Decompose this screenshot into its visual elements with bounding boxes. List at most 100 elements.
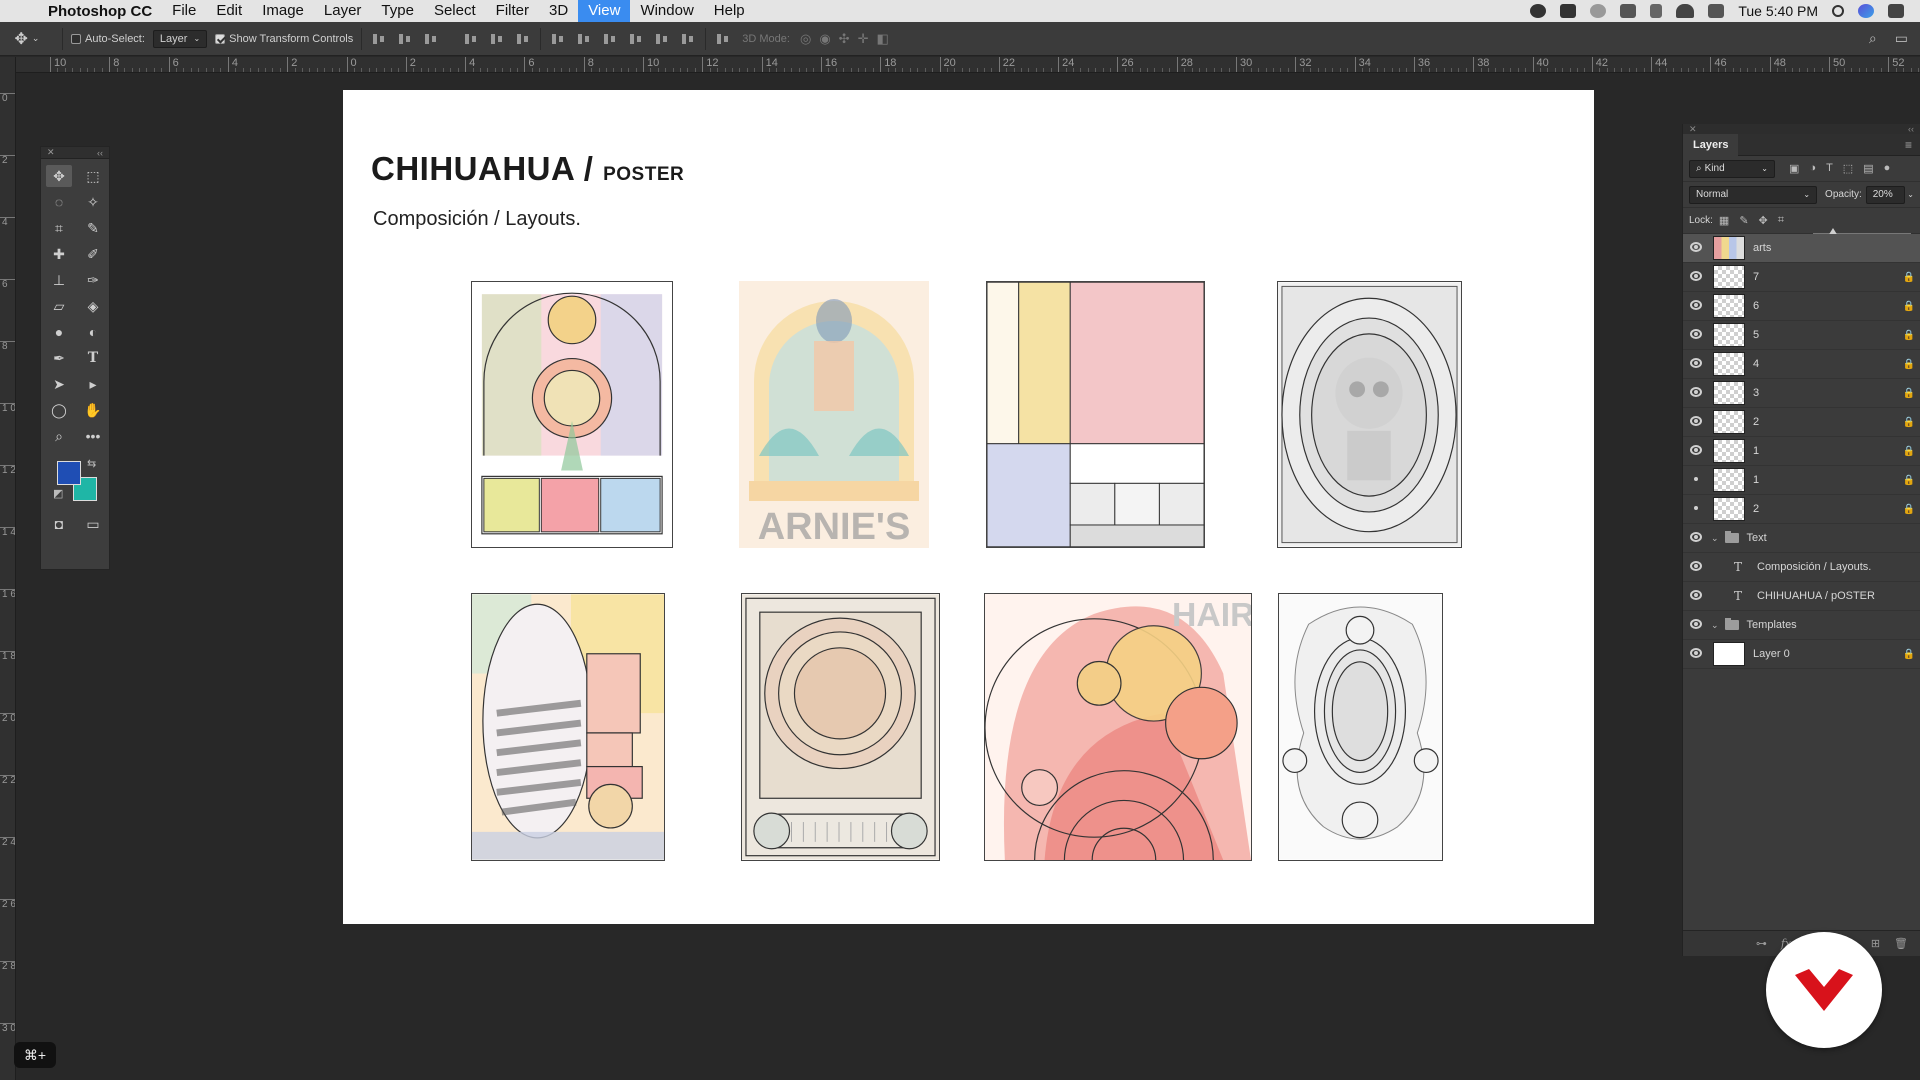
close-icon[interactable]: ✕ (47, 147, 55, 158)
foreground-color-swatch[interactable] (57, 461, 81, 485)
3d-scale-icon[interactable]: ◧ (876, 31, 888, 47)
blur-tool-icon[interactable]: ● (46, 321, 72, 343)
filter-pixel-icon[interactable]: ▣ (1789, 162, 1799, 175)
auto-align-icon[interactable] (714, 32, 732, 46)
distribute-right-icon[interactable] (679, 32, 697, 46)
visibility-eye-icon[interactable] (1683, 474, 1709, 487)
menu-help[interactable]: Help (704, 0, 755, 22)
tab-layers[interactable]: Layers (1683, 133, 1739, 156)
align-bottom-edges-icon[interactable] (422, 32, 440, 46)
brush-tool-icon[interactable]: ✐ (80, 243, 106, 265)
type-tool-icon[interactable]: T (80, 347, 106, 369)
collapse-icon[interactable]: ‹‹ (1908, 124, 1914, 134)
layer-row[interactable]: 1 🔒 (1683, 466, 1920, 495)
visibility-eye-icon[interactable] (1683, 241, 1709, 255)
hand-tool-icon[interactable]: ✋ (80, 399, 106, 421)
menu-type[interactable]: Type (371, 0, 424, 22)
visibility-eye-icon[interactable] (1683, 270, 1709, 284)
distribute-hcenter-icon[interactable] (653, 32, 671, 46)
paint-bucket-tool-icon[interactable]: ◈ (80, 295, 106, 317)
eyedropper-tool-icon[interactable]: ✎ (80, 217, 106, 239)
layer-row[interactable]: 1 🔒 (1683, 437, 1920, 466)
menu-layer[interactable]: Layer (314, 0, 372, 22)
align-vertical-centers-icon[interactable] (396, 32, 414, 46)
layer-row[interactable]: 7 🔒 (1683, 263, 1920, 292)
visibility-eye-icon[interactable] (1683, 618, 1709, 632)
screen-mode-icon[interactable]: ▭ (80, 513, 106, 535)
distribute-bottom-icon[interactable] (601, 32, 619, 46)
visibility-eye-icon[interactable] (1683, 589, 1709, 603)
filter-smart-object-icon[interactable]: ▤ (1863, 162, 1873, 175)
visibility-eye-icon[interactable] (1683, 560, 1709, 574)
menu-view[interactable]: View (578, 0, 631, 22)
group-expand-chevron-icon[interactable]: ⌄ (1711, 620, 1719, 631)
trash-icon[interactable]: 🗑 (1894, 937, 1908, 950)
layer-row[interactable]: 3 🔒 (1683, 379, 1920, 408)
panel-menu-icon[interactable]: ≡ (1905, 138, 1912, 152)
visibility-eye-icon[interactable] (1683, 531, 1709, 545)
menu-filter[interactable]: Filter (486, 0, 539, 22)
creative-cloud-icon[interactable] (1590, 4, 1607, 18)
menu-select[interactable]: Select (424, 0, 486, 22)
horizontal-ruler[interactable]: 10 8 6 4 2 0 2 4 6 8 10 12 14 16 18 20 22 24 26 28 30 32 34 36 3… (16, 57, 1920, 73)
dodge-tool-icon[interactable]: ◐ (80, 321, 106, 343)
spotlight-search-icon[interactable] (1832, 5, 1844, 17)
clone-stamp-tool-icon[interactable]: ⊥ (46, 269, 72, 291)
distribute-left-icon[interactable] (627, 32, 645, 46)
swap-colors-icon[interactable]: ⇆ (87, 457, 96, 470)
visibility-eye-icon[interactable] (1683, 328, 1709, 342)
notification-center-icon[interactable] (1888, 4, 1904, 18)
layer-row[interactable]: ⌄ Templates (1683, 611, 1920, 640)
visibility-eye-icon[interactable] (1683, 647, 1709, 661)
filter-type-icon[interactable]: T (1826, 162, 1833, 175)
menu-image[interactable]: Image (252, 0, 314, 22)
collapse-icon[interactable]: ‹‹ (97, 148, 103, 158)
3d-orbit-icon[interactable]: ◎ (800, 31, 811, 47)
filter-adjustment-icon[interactable]: ◑ (1809, 162, 1816, 175)
align-left-edges-icon[interactable] (462, 32, 480, 46)
visibility-eye-icon[interactable] (1683, 503, 1709, 516)
bluetooth-icon[interactable] (1650, 4, 1663, 18)
pen-tool-icon[interactable]: ✒ (46, 347, 72, 369)
lock-image-pixels-icon[interactable]: ✎ (1739, 214, 1748, 227)
visibility-eye-icon[interactable] (1683, 415, 1709, 429)
magic-wand-tool-icon[interactable]: ✧ (80, 191, 106, 213)
tools-panel-header[interactable]: ✕ ‹‹ (41, 147, 109, 159)
3d-roll-icon[interactable]: ◉ (819, 31, 830, 47)
healing-brush-tool-icon[interactable]: ✚ (46, 243, 72, 265)
menu-window[interactable]: Window (630, 0, 703, 22)
menu-3d[interactable]: 3D (539, 0, 578, 22)
lock-artboard-icon[interactable]: ⌗ (1778, 214, 1784, 227)
visibility-eye-icon[interactable] (1683, 386, 1709, 400)
quick-mask-icon[interactable]: ◘ (46, 513, 72, 535)
layer-row[interactable]: ⌄ Text (1683, 524, 1920, 553)
document-canvas[interactable]: CHIHUAHUA / POSTER Composición / Layouts… (343, 90, 1594, 924)
lock-position-icon[interactable]: ✥ (1759, 214, 1768, 227)
visibility-eye-icon[interactable] (1683, 444, 1709, 458)
new-layer-icon[interactable]: ⊞ (1871, 937, 1880, 950)
default-colors-icon[interactable]: ◩ (53, 487, 63, 500)
layer-row[interactable]: T Composición / Layouts. (1683, 553, 1920, 582)
group-expand-chevron-icon[interactable]: ⌄ (1711, 533, 1719, 544)
marquee-tool-icon[interactable]: ⬚ (80, 165, 106, 187)
layer-row[interactable]: 5 🔒 (1683, 321, 1920, 350)
record-icon[interactable] (1530, 4, 1547, 18)
crop-tool-icon[interactable]: ⌗ (46, 217, 72, 239)
opacity-field[interactable]: 20% (1865, 185, 1906, 204)
chevron-down-icon[interactable]: ⌄ (1907, 190, 1914, 199)
filter-toggle-icon[interactable]: ● (1884, 162, 1891, 175)
direct-selection-tool-icon[interactable]: ▸ (80, 373, 106, 395)
layer-row[interactable]: 6 🔒 (1683, 292, 1920, 321)
blend-mode-dropdown[interactable]: Normal ⌄ (1689, 185, 1818, 204)
history-brush-tool-icon[interactable]: ✑ (80, 269, 106, 291)
move-tool-icon[interactable]: ✥ (46, 165, 72, 187)
display-icon[interactable] (1620, 4, 1637, 18)
layer-row[interactable]: 4 🔒 (1683, 350, 1920, 379)
layer-row[interactable]: T CHIHUAHUA / pOSTER (1683, 582, 1920, 611)
filter-kind-dropdown[interactable]: ⌕ Kind ⌄ (1689, 159, 1775, 178)
lock-transparent-pixels-icon[interactable]: ▦ (1719, 214, 1729, 227)
app-menu[interactable]: Photoshop CC (44, 3, 162, 20)
siri-icon[interactable] (1858, 4, 1874, 18)
command-icon[interactable] (1560, 4, 1577, 18)
auto-select-checkbox[interactable] (71, 33, 81, 44)
